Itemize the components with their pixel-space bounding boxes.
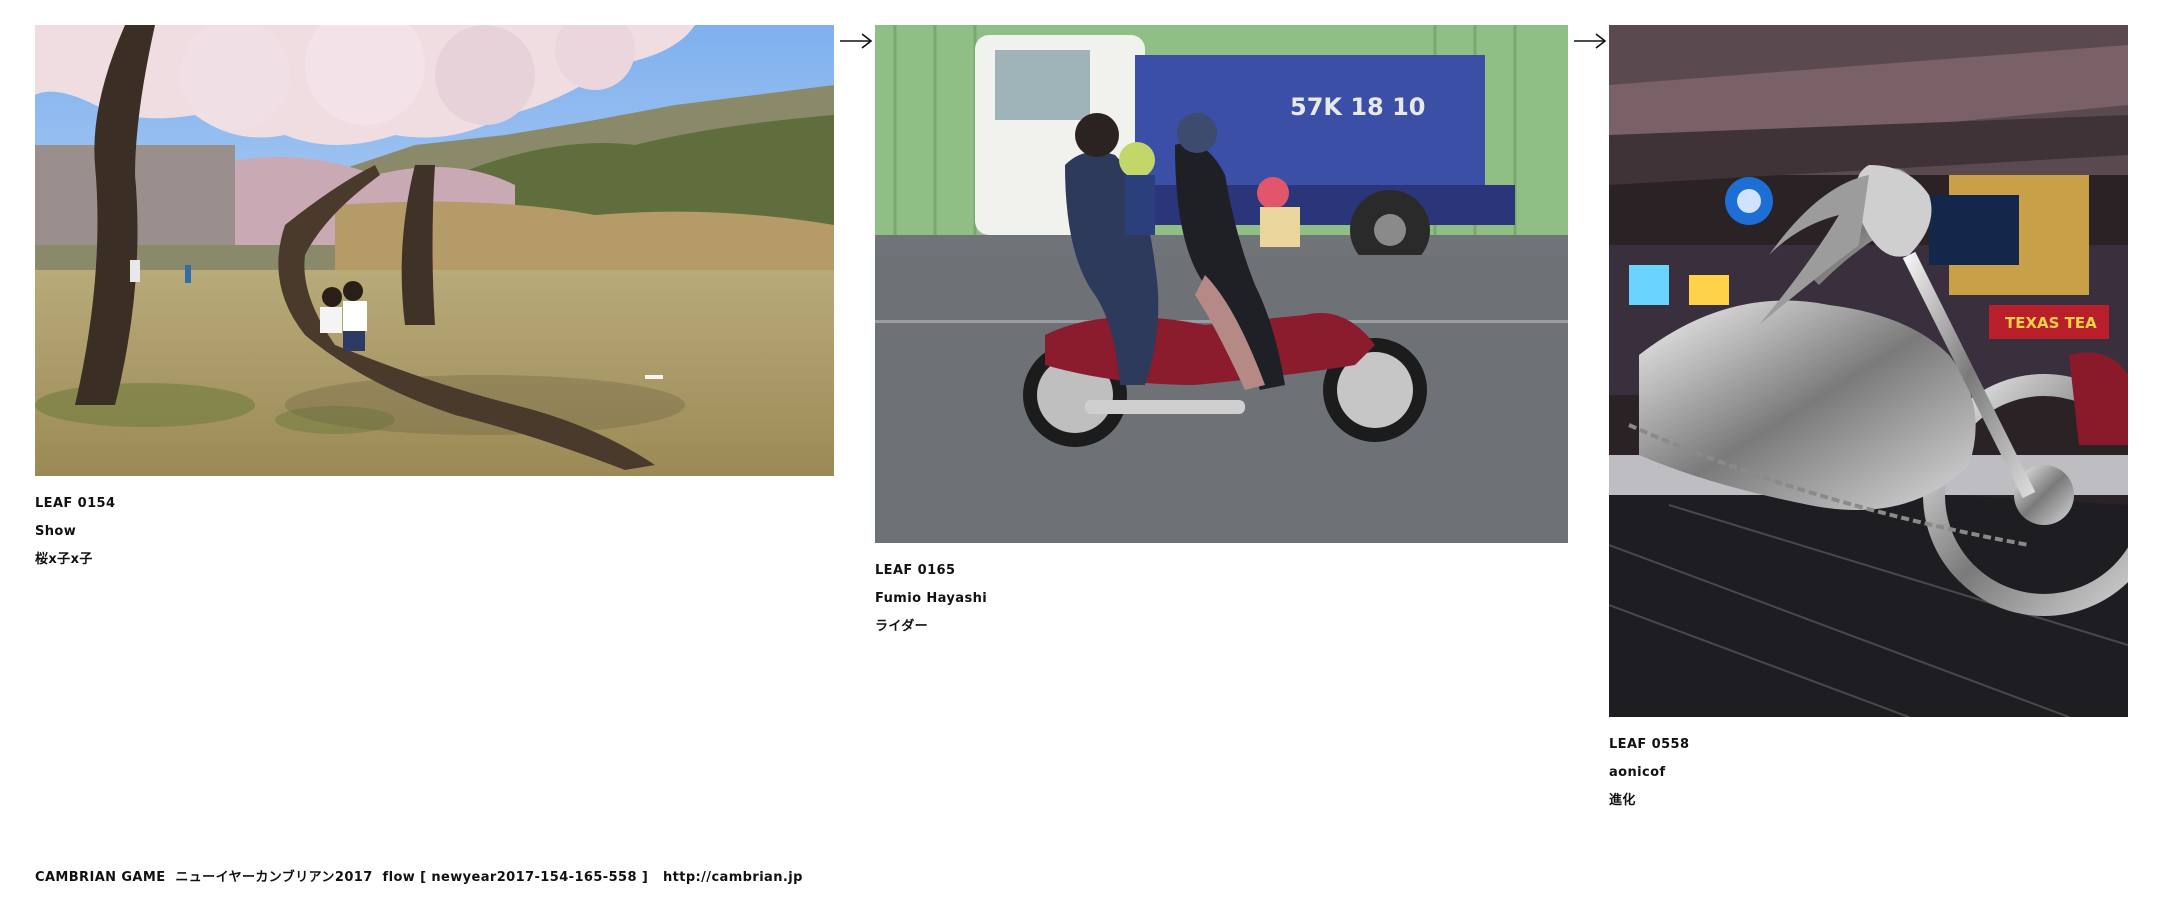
leaf-author[interactable]: aonicof xyxy=(1609,759,2128,787)
leaf-image-0154[interactable] xyxy=(35,25,834,476)
leaf-card-0558: TEXAS TEA LEAF 0558 aonicof 進化 xyxy=(1609,25,2128,815)
family-motorbike-photo: 57K 18 10 xyxy=(875,25,1568,543)
leaf-number[interactable]: LEAF 0154 xyxy=(35,490,834,518)
leaf-card-0154: LEAF 0154 Show 桜x子x子 xyxy=(35,25,834,574)
leaf-number[interactable]: LEAF 0558 xyxy=(1609,731,2128,759)
leaf-caption-0165: LEAF 0165 Fumio Hayashi ライダー xyxy=(875,557,1568,641)
page-footer: CAMBRIAN GAME ニューイヤーカンブリアン2017 flow [ ne… xyxy=(35,866,803,885)
footer-brand-link[interactable]: CAMBRIAN GAME xyxy=(35,870,166,885)
leaf-author[interactable]: Fumio Hayashi xyxy=(875,585,1568,613)
flow-arrow-icon xyxy=(840,33,873,49)
leaf-card-0165: 57K 18 10 LEAF 0165 Fumio Hayashi ライダー xyxy=(875,25,1568,641)
casino-sign: TEXAS TEA xyxy=(2005,314,2097,332)
leaf-image-0558[interactable]: TEXAS TEA xyxy=(1609,25,2128,717)
flow-arrow-icon xyxy=(1574,33,1607,49)
leaf-image-0165[interactable]: 57K 18 10 xyxy=(875,25,1568,543)
footer-flow-label: flow [ newyear2017-154-165-558 ] xyxy=(382,870,649,885)
truck-plate: 57K 18 10 xyxy=(1290,93,1426,121)
leaf-title[interactable]: 進化 xyxy=(1609,787,2128,815)
leaf-caption-0558: LEAF 0558 aonicof 進化 xyxy=(1609,731,2128,815)
leaf-caption-0154: LEAF 0154 Show 桜x子x子 xyxy=(35,490,834,574)
leaf-author[interactable]: Show xyxy=(35,518,834,546)
footer-url-link[interactable]: http://cambrian.jp xyxy=(663,870,803,885)
leaf-title[interactable]: ライダー xyxy=(875,613,1568,641)
leaf-title[interactable]: 桜x子x子 xyxy=(35,546,834,574)
chrome-motorcycle-sculpture-photo: TEXAS TEA xyxy=(1609,25,2128,717)
leaf-number[interactable]: LEAF 0165 xyxy=(875,557,1568,585)
footer-event-link[interactable]: ニューイヤーカンブリアン2017 xyxy=(175,870,372,885)
cherry-blossom-park-photo xyxy=(35,25,834,476)
